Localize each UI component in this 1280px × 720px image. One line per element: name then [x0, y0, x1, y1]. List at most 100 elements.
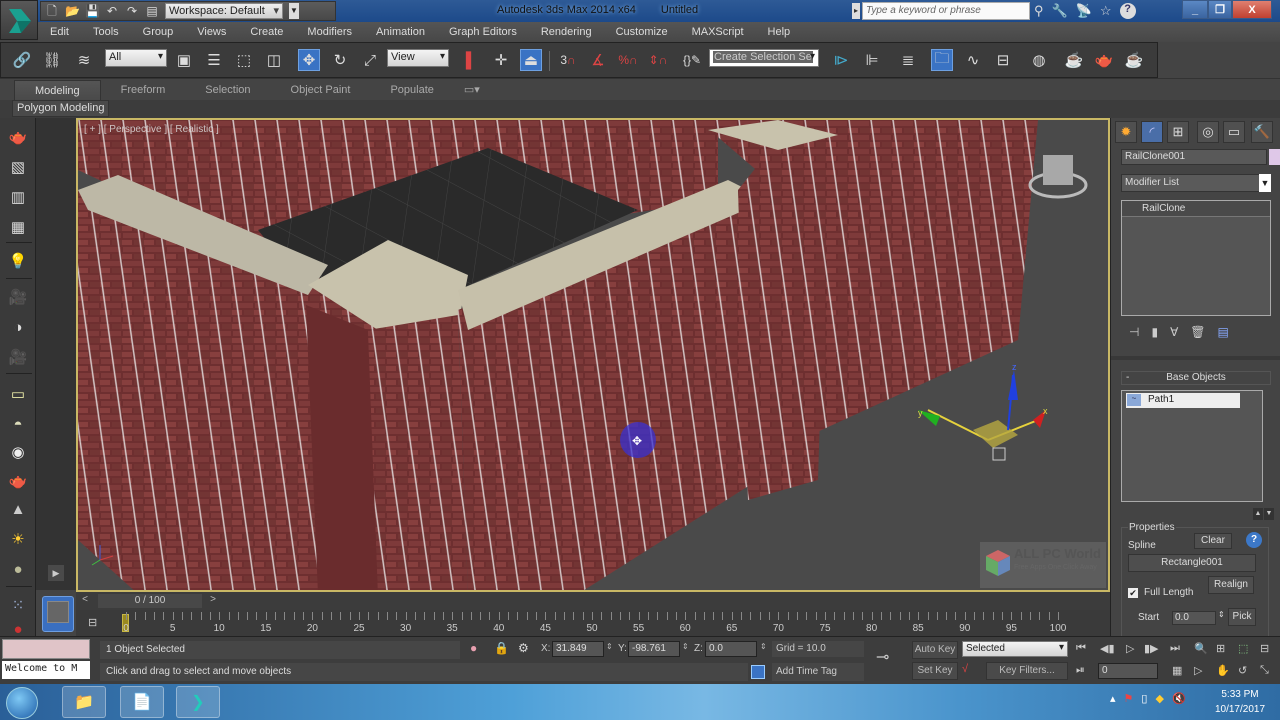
camera-red-icon[interactable]: 🎥	[6, 346, 30, 368]
show-hidden-icons[interactable]: ▴	[1110, 692, 1116, 705]
tab-populate[interactable]: Populate	[370, 80, 453, 100]
add-time-tag-button[interactable]: Add Time Tag	[772, 663, 864, 681]
chevron-down-icon[interactable]: ▼	[1259, 174, 1271, 192]
mini-curve-editor-toggle[interactable]	[42, 596, 74, 632]
area-light-icon[interactable]: ▭	[6, 383, 30, 405]
curve-editor-icon[interactable]: ∿	[962, 49, 984, 71]
auto-key-button[interactable]: Auto Key	[912, 641, 958, 659]
prev-frame-button[interactable]: <	[78, 594, 92, 608]
modify-tab-icon[interactable]: ◜	[1141, 121, 1163, 143]
pan-view-icon[interactable]: ✋	[1216, 664, 1230, 677]
search-expand-arrow[interactable]: ▸	[852, 3, 860, 19]
flag-icon[interactable]: ⚑	[1124, 692, 1134, 705]
start-input[interactable]: 0.0	[1172, 611, 1216, 625]
render-image-icon[interactable]: ▧	[6, 156, 30, 178]
y-spinner[interactable]: ⇕	[682, 642, 689, 651]
menu-edit[interactable]: Edit	[38, 26, 81, 38]
material-editor-icon[interactable]: ◍	[1028, 49, 1050, 71]
menu-help[interactable]: Help	[756, 26, 803, 38]
tab-object-paint[interactable]: Object Paint	[271, 80, 371, 100]
satellite-icon[interactable]: 📡	[1076, 3, 1092, 19]
tab-freeform[interactable]: Freeform	[101, 80, 186, 100]
menu-animation[interactable]: Animation	[364, 26, 437, 38]
save-icon[interactable]: 💾	[85, 4, 100, 18]
explorer-taskbar-icon[interactable]: 📁	[62, 686, 106, 718]
dome-light-icon[interactable]: ◓	[6, 413, 30, 435]
select-object-icon[interactable]: ▣	[173, 49, 195, 71]
star-icon[interactable]: ☆	[1100, 3, 1112, 19]
spline-pick-button[interactable]: Rectangle001	[1128, 554, 1256, 572]
start-button[interactable]	[6, 687, 38, 719]
next-frame-button[interactable]: >	[206, 594, 220, 608]
particle-grid-icon[interactable]: ⁙	[6, 594, 30, 616]
light-icon[interactable]: 💡	[6, 250, 30, 272]
select-by-name-icon[interactable]: ☰	[203, 49, 225, 71]
menu-maxscript[interactable]: MAXScript	[680, 26, 756, 38]
utilities-tab-icon[interactable]: 🔨	[1251, 121, 1273, 143]
updates-icon[interactable]: ◆	[1155, 692, 1163, 705]
z-spinner[interactable]: ⇕	[760, 642, 767, 651]
maxscript-listener-output[interactable]	[2, 639, 90, 659]
isolate-selection-icon[interactable]: ●	[470, 641, 477, 655]
ribbon-options-icon[interactable]: ▭▾	[454, 80, 490, 100]
scene-explorer-icon[interactable]: 🗀	[931, 49, 953, 71]
undo-icon[interactable]: ↶	[105, 4, 119, 18]
notepad-taskbar-icon[interactable]: 📄	[120, 686, 164, 718]
next-frame-icon[interactable]: ▮▶	[1144, 642, 1159, 655]
network-icon[interactable]: ▯	[1141, 692, 1147, 705]
panel-icon[interactable]: ▥	[6, 186, 30, 208]
help-icon[interactable]: ?	[1246, 532, 1262, 548]
edit-named-selection-icon[interactable]: {}✎	[681, 49, 703, 71]
project-folder-icon[interactable]: ▤	[145, 4, 159, 18]
rendered-frame-window-icon[interactable]: 🫖	[1093, 49, 1115, 71]
teapot-mesh-icon[interactable]: 🫖	[6, 470, 30, 492]
wrench-icon[interactable]: 🔧	[1052, 3, 1068, 19]
application-button[interactable]	[0, 0, 38, 40]
table-icon[interactable]: ▦	[6, 216, 30, 238]
go-to-end-icon[interactable]: ⏭	[1170, 642, 1180, 655]
maxscript-mini-listener[interactable]: Welcome to M	[2, 661, 90, 679]
close-button[interactable]: X	[1232, 0, 1272, 19]
perspective-viewport[interactable]: y x z ✥ [ + ] [ Perspective ] [ Realisti…	[76, 118, 1110, 592]
stack-item-railclone[interactable]: RailClone	[1122, 201, 1270, 217]
sphere-icon[interactable]: ●	[6, 558, 30, 580]
time-configuration-icon[interactable]: ▦	[1172, 664, 1182, 677]
current-frame-field[interactable]: 0	[1098, 663, 1158, 679]
snaps-toggle-icon[interactable]: 3 ∩	[557, 49, 579, 71]
qat-menu-button[interactable]: ▼	[289, 3, 299, 19]
open-icon[interactable]: 📂	[65, 4, 80, 18]
key-mode-dropdown[interactable]: Selected	[962, 641, 1068, 657]
render-production-icon[interactable]: ☕	[1123, 49, 1145, 71]
align-icon[interactable]: ⊫	[861, 49, 883, 71]
schematic-view-icon[interactable]: ⊟	[992, 49, 1014, 71]
zoom-extents-all-icon[interactable]: ⊟	[1260, 642, 1269, 655]
menu-views[interactable]: Views	[185, 26, 238, 38]
teapot-icon[interactable]: 🫖	[6, 126, 30, 148]
object-color-swatch[interactable]	[1269, 149, 1280, 165]
system-clock[interactable]: 5:33 PM 10/17/2017	[1208, 687, 1272, 717]
select-and-move-icon[interactable]: ✥	[298, 49, 320, 71]
restore-button[interactable]: ❐	[1208, 0, 1232, 19]
configure-modifier-sets-icon[interactable]: ▤	[1218, 325, 1229, 339]
keyboard-shortcut-override-icon[interactable]: ⏏	[520, 49, 542, 71]
selection-lock-icon[interactable]: 🔒	[494, 641, 509, 655]
time-tag-icon[interactable]	[751, 665, 765, 679]
select-and-rotate-icon[interactable]: ↻	[329, 49, 351, 71]
3dsmax-taskbar-icon[interactable]: ❯	[176, 686, 220, 718]
tab-selection[interactable]: Selection	[185, 80, 270, 100]
pin-stack-icon[interactable]: ⊣	[1129, 325, 1139, 339]
sun-icon[interactable]: ☀	[6, 528, 30, 550]
minimize-button[interactable]: _	[1182, 0, 1208, 19]
select-and-scale-icon[interactable]: ⤢	[359, 49, 381, 71]
move-down-button[interactable]: ▼	[1264, 508, 1274, 520]
hierarchy-tab-icon[interactable]: ⊞	[1167, 121, 1189, 143]
open-mini-curve-editor-icon[interactable]: ⊟	[88, 616, 97, 629]
angle-snap-icon[interactable]: ∡	[587, 49, 609, 71]
expand-layout-button[interactable]: ▶	[48, 565, 64, 581]
pick-button[interactable]: Pick	[1228, 608, 1256, 626]
zoom-all-icon[interactable]: ⊞	[1216, 642, 1225, 655]
select-and-link-icon[interactable]: 🔗	[11, 49, 33, 71]
track-bar[interactable]: ⊟ 0 5 10 15 20 25 30 35 40 45 50 55 60 65 70 75 80 85 90 95…	[76, 610, 1110, 636]
volume-muted-icon[interactable]: 🔇	[1172, 692, 1186, 705]
object-name-field[interactable]: RailClone001	[1121, 149, 1267, 165]
